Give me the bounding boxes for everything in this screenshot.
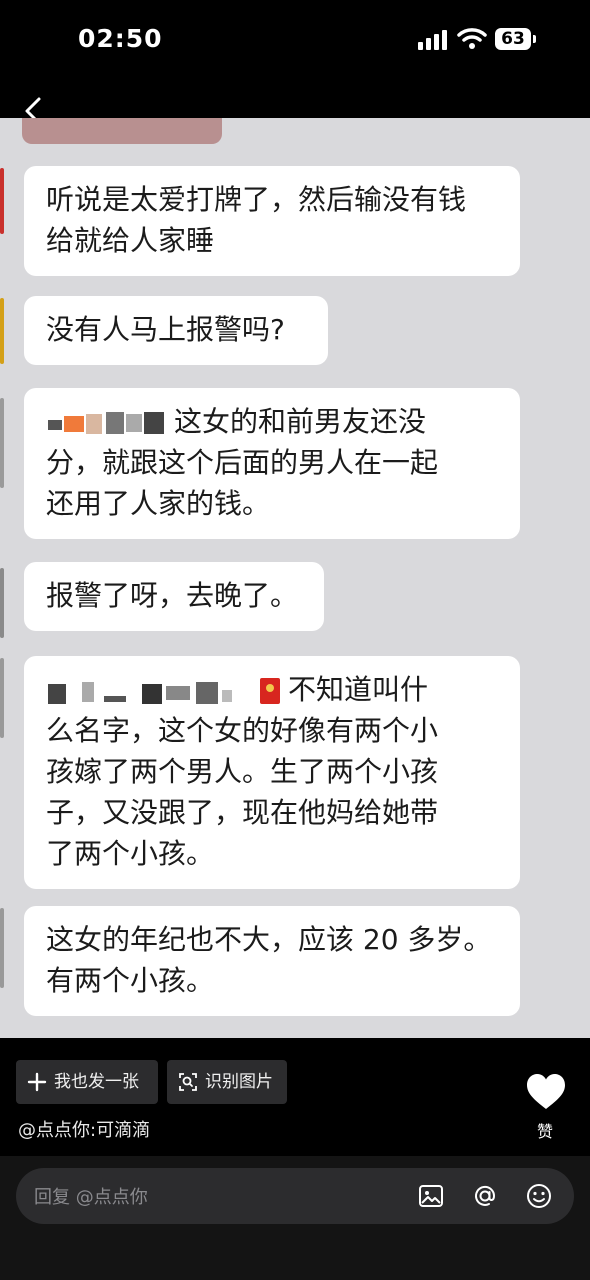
blurred-mention: [46, 676, 256, 706]
status-time: 02:50: [78, 24, 163, 53]
wifi-icon: [457, 28, 487, 49]
chat-line: 这女的和前男友还没: [46, 401, 500, 442]
plus-icon: [27, 1072, 47, 1092]
avatar-edge: [0, 568, 4, 638]
avatar-edge: [0, 398, 4, 488]
emoji-icon[interactable]: [524, 1181, 554, 1211]
avatar-edge: [0, 298, 4, 364]
reply-bar: 回复 @点点你: [0, 1156, 590, 1280]
chat-line: 孩嫁了两个男人。生了两个小孩: [46, 755, 439, 788]
post-similar-label: 我也发一张: [54, 1072, 139, 1092]
signal-icon: [418, 30, 448, 50]
post-action-row: 我也发一张 识别图片 @点点你:可滴滴 赞: [0, 1040, 590, 1160]
chat-bubble: 这女的年纪也不大，应该 20 多岁。 有两个小孩。: [24, 906, 520, 1016]
recognize-image-label: 识别图片: [205, 1072, 273, 1092]
chat-bubble: 不知道叫什 么名字，这个女的好像有两个小 孩嫁了两个男人。生了两个小孩 子，又没…: [24, 656, 520, 889]
reply-placeholder: 回复 @点点你: [34, 1187, 148, 1208]
chat-line: 还用了人家的钱。: [46, 487, 271, 520]
red-envelope-icon: [260, 678, 280, 704]
chat-bubble: 没有人马上报警吗?: [24, 296, 328, 365]
battery-tip: [533, 35, 536, 43]
like-label: 赞: [537, 1122, 554, 1141]
post-similar-button[interactable]: 我也发一张: [16, 1060, 158, 1104]
chat-line: 分，就跟这个后面的男人在一起: [46, 446, 439, 479]
reply-input[interactable]: 回复 @点点你: [16, 1168, 574, 1224]
chat-line: 报警了呀，去晚了。: [46, 579, 299, 612]
blurred-mention: [46, 408, 168, 438]
scan-icon: [179, 1073, 197, 1091]
battery-icon: 63: [495, 28, 531, 50]
heart-icon[interactable]: [525, 1072, 567, 1112]
chat-line: 么名字，这个女的好像有两个小: [46, 714, 439, 747]
chat-line: 给就给人家睡: [46, 224, 215, 257]
chat-line: 这女的年纪也不大，应该 20 多岁。: [46, 923, 492, 956]
recognize-image-button[interactable]: 识别图片: [167, 1060, 287, 1104]
avatar-edge: [0, 658, 4, 738]
chat-line: 有两个小孩。: [46, 964, 215, 997]
chat-line: 听说是太爱打牌了，然后输没有钱: [46, 183, 467, 216]
status-bar: 02:50 63: [0, 0, 590, 80]
chat-line: 不知道叫什: [46, 669, 500, 710]
avatar-edge: [0, 168, 4, 234]
chat-bubble: 这女的和前男友还没 分，就跟这个后面的男人在一起 还用了人家的钱。: [24, 388, 520, 539]
chat-line: 子，又没跟了，现在他妈给她带: [46, 796, 439, 829]
image-icon[interactable]: [416, 1181, 446, 1211]
avatar-edge: [0, 908, 4, 988]
author-name[interactable]: @点点你:可滴滴: [18, 1116, 150, 1142]
post-image[interactable]: 听说是太爱打牌了，然后输没有钱 给就给人家睡 没有人马上报警吗? 这女的和前男友…: [0, 118, 590, 1038]
at-icon[interactable]: [470, 1181, 500, 1211]
chat-line: 没有人马上报警吗?: [46, 313, 285, 346]
chat-bubble: 报警了呀，去晚了。: [24, 562, 324, 631]
chat-line: 了两个小孩。: [46, 837, 215, 870]
previous-image-thumbnail: [22, 118, 222, 144]
chat-bubble: 听说是太爱打牌了，然后输没有钱 给就给人家睡: [24, 166, 520, 276]
